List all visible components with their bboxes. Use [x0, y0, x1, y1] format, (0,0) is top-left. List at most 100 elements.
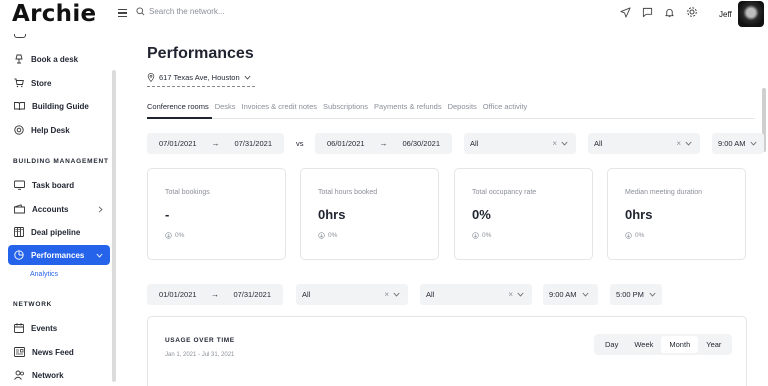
date-start: 01/01/2021	[159, 290, 197, 299]
tab-deposits[interactable]: Deposits	[448, 102, 477, 111]
sidebar-item-book-a-desk[interactable]: Book a desk	[8, 49, 110, 69]
avatar[interactable]	[738, 1, 764, 27]
sidebar-subitem-analytics[interactable]: Analytics	[30, 271, 58, 278]
chevron-down-icon	[393, 292, 400, 297]
chevron-down-icon	[244, 75, 251, 80]
tab-conference-rooms[interactable]: Conference rooms	[147, 102, 209, 111]
trend-icon	[318, 232, 325, 239]
chevron-down-icon[interactable]	[96, 253, 103, 258]
desk-lamp-icon	[15, 54, 23, 64]
kpi-delta: 0%	[625, 232, 644, 239]
kpi-card-total-hours-booked: Total hours booked 0hrs 0%	[300, 168, 439, 260]
sidebar-item-events[interactable]: Events	[8, 318, 110, 338]
date-end: 07/31/2021	[233, 290, 271, 299]
trend-icon	[625, 232, 632, 239]
sidebar-item-news-feed[interactable]: News Feed	[8, 342, 110, 362]
select-value: 9:00 AM	[549, 290, 577, 299]
clear-icon[interactable]: ×	[552, 139, 557, 148]
user-name[interactable]: Jeff	[719, 10, 732, 19]
clear-icon[interactable]: ×	[508, 290, 513, 299]
kpi-delta-value: 0%	[175, 232, 185, 239]
chevron-right-icon[interactable]	[98, 205, 103, 213]
app-logo[interactable]: Archie	[12, 1, 96, 27]
sidebar-item-accounts[interactable]: Accounts	[8, 199, 110, 219]
location-label: 617 Texas Ave, Houston	[159, 73, 240, 82]
date-range-current[interactable]: 07/01/2021 → 07/31/2021	[147, 133, 284, 154]
date-range-compare[interactable]: 06/01/2021 → 06/30/2021	[315, 133, 452, 154]
kpi-label: Total hours booked	[318, 189, 378, 196]
trend-icon	[472, 232, 479, 239]
clear-icon[interactable]: ×	[384, 290, 389, 299]
tab-subscriptions[interactable]: Subscriptions	[323, 102, 368, 111]
date-range-usage[interactable]: 01/01/2021 → 07/31/2021	[147, 284, 283, 305]
sidebar-item-label: Building Guide	[32, 101, 89, 111]
sidebar-item-label: Performances	[31, 250, 85, 260]
filter-select-3[interactable]: All ×	[296, 284, 408, 305]
location-selector[interactable]: 617 Texas Ave, Houston	[147, 73, 251, 82]
tab-invoices-credit-notes[interactable]: Invoices & credit notes	[242, 102, 317, 111]
clock-chart-icon	[14, 250, 24, 260]
tab-office-activity[interactable]: Office activity	[483, 102, 527, 111]
filter-select-4[interactable]: All ×	[420, 284, 532, 305]
sidebar-scrollbar[interactable]	[112, 70, 116, 382]
kpi-label: Median meeting duration	[625, 189, 703, 196]
date-end: 07/31/2021	[234, 139, 272, 148]
chevron-down-icon	[685, 141, 692, 146]
wallet-icon	[14, 204, 25, 214]
location-underline	[147, 86, 255, 87]
select-value: All	[594, 139, 603, 148]
period-week[interactable]: Week	[626, 336, 661, 353]
search-input[interactable]	[149, 7, 299, 16]
period-day[interactable]: Day	[597, 336, 626, 353]
sidebar-item-label: Accounts	[32, 204, 69, 214]
search-icon	[136, 7, 145, 16]
period-month[interactable]: Month	[661, 336, 699, 353]
filter-select-1[interactable]: All ×	[464, 133, 576, 154]
filter-select-2[interactable]: All ×	[588, 133, 700, 154]
tab-payments-refunds[interactable]: Payments & refunds	[374, 102, 442, 111]
section-building-management: BUILDING MANAGEMENT	[13, 158, 109, 165]
time-end-select[interactable]: 5:00 PM	[610, 284, 662, 305]
sidebar: Book a desk Store Building Guide Help De…	[0, 30, 117, 386]
trend-icon	[165, 232, 172, 239]
date-start: 06/01/2021	[327, 139, 365, 148]
book-icon	[14, 102, 25, 111]
calendar-icon	[14, 323, 24, 333]
sidebar-item-help-desk[interactable]: Help Desk	[8, 120, 110, 140]
sidebar-item-task-board[interactable]: Task board	[8, 175, 110, 195]
send-icon[interactable]	[620, 6, 631, 18]
select-value: 5:00 PM	[616, 290, 644, 299]
period-year[interactable]: Year	[698, 336, 729, 353]
clear-icon[interactable]: ×	[676, 139, 681, 148]
sidebar-item-network[interactable]: Network	[8, 365, 110, 385]
partial-icon	[14, 34, 26, 38]
time-select[interactable]: 9:00 AM	[712, 133, 764, 154]
sidebar-item-performances[interactable]: Performances	[8, 245, 110, 265]
tab-desks[interactable]: Desks	[215, 102, 236, 111]
chevron-down-icon	[749, 141, 757, 146]
tab-active-indicator	[147, 117, 212, 119]
kpi-label: Total bookings	[165, 189, 210, 196]
date-end: 06/30/2021	[402, 139, 440, 148]
usage-date-range: Jan 1, 2021 - Jul 31, 2021	[165, 352, 235, 358]
search-box[interactable]	[136, 7, 299, 16]
gear-icon[interactable]	[686, 6, 698, 18]
cart-icon	[14, 78, 24, 88]
kpi-delta: 0%	[472, 232, 491, 239]
date-start: 07/01/2021	[159, 139, 197, 148]
sidebar-item-deal-pipeline[interactable]: Deal pipeline	[8, 222, 110, 242]
chevron-down-icon	[581, 292, 589, 297]
kpi-card-total-bookings: Total bookings - 0%	[147, 168, 286, 260]
menu-icon[interactable]	[118, 9, 127, 17]
kpi-value: 0hrs	[625, 207, 653, 222]
kpi-delta-value: 0%	[328, 232, 338, 239]
usage-title: USAGE OVER TIME	[165, 337, 235, 344]
sidebar-item-building-guide[interactable]: Building Guide	[8, 96, 110, 116]
vs-label: vs	[296, 139, 304, 148]
bell-icon[interactable]	[664, 7, 675, 18]
time-start-select[interactable]: 9:00 AM	[543, 284, 598, 305]
chat-icon[interactable]	[642, 7, 653, 18]
period-toggle: Day Week Month Year	[594, 334, 733, 355]
top-bar: Archie Jeff	[0, 0, 768, 30]
sidebar-item-store[interactable]: Store	[8, 73, 110, 93]
